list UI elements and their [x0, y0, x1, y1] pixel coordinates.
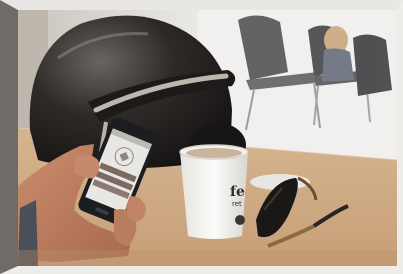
cup-logo-mark [235, 215, 245, 225]
photo-illustration: fe ret [18, 10, 397, 266]
coffee-cup: fe ret [179, 144, 249, 239]
photo: fe ret [18, 10, 397, 266]
cup-print-2: ret [232, 200, 242, 208]
cup-print: fe [230, 184, 245, 200]
